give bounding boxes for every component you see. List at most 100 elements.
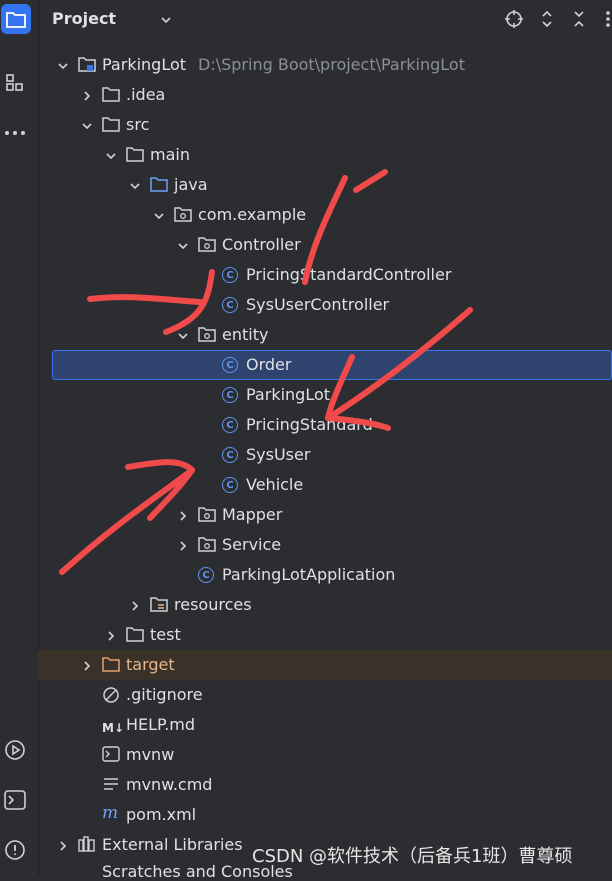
- chevron-down-icon[interactable]: [160, 11, 172, 30]
- run-services-icon[interactable]: [0, 735, 30, 765]
- library-icon: [78, 836, 96, 854]
- tree-item-label: mvnw: [126, 745, 174, 764]
- tree-item-label: ParkingLot: [246, 385, 330, 404]
- package-icon: [174, 206, 192, 224]
- tree-row[interactable]: C ParkingLot: [38, 380, 612, 410]
- expand-collapse-icon[interactable]: [537, 9, 557, 29]
- chevron-right-icon[interactable]: [104, 628, 118, 642]
- tree-item-name: mvnw.cmd: [126, 775, 213, 794]
- tree-row[interactable]: .gitignore: [38, 680, 612, 710]
- tree-row[interactable]: Service: [38, 530, 612, 560]
- tree-row[interactable]: target: [38, 650, 612, 680]
- problems-icon[interactable]: [0, 835, 30, 865]
- tree-item-name: com.example: [198, 205, 307, 224]
- tree-item-label: src: [126, 115, 149, 134]
- module-icon: [78, 56, 96, 74]
- structure-icon[interactable]: [0, 68, 30, 98]
- tree-row[interactable]: mvnw.cmd: [38, 770, 612, 800]
- tree-item-label: target: [126, 655, 175, 674]
- tree-row[interactable]: Mapper: [38, 500, 612, 530]
- chevron-down-icon[interactable]: [80, 118, 94, 132]
- tree-item-name: test: [150, 625, 181, 644]
- tree-row[interactable]: .idea: [38, 80, 612, 110]
- locate-crosshair-icon[interactable]: [504, 9, 524, 29]
- tree-row[interactable]: C PricingStandardController: [38, 260, 612, 290]
- chevron-down-icon[interactable]: [128, 178, 142, 192]
- project-title[interactable]: Project: [52, 9, 116, 28]
- project-folder-icon[interactable]: [1, 4, 31, 34]
- tree-row[interactable]: resources: [38, 590, 612, 620]
- excluded-highlight: [38, 650, 612, 680]
- markdown-icon: M↓: [102, 716, 124, 735]
- chevron-down-icon[interactable]: [152, 208, 166, 222]
- chevron-right-icon[interactable]: [56, 838, 70, 852]
- tree-item-name: ParkingLotApplication: [222, 565, 396, 584]
- tree-item-label: Mapper: [222, 505, 282, 524]
- tree-item-name: .idea: [126, 85, 166, 104]
- tree-row[interactable]: mvnw: [38, 740, 612, 770]
- more-tools-icon[interactable]: [0, 118, 30, 148]
- tree-item-label: java: [174, 175, 208, 194]
- tree-item-name: target: [126, 655, 175, 674]
- tree-item-name: ParkingLot: [246, 385, 331, 404]
- tree-item-name: Service: [222, 535, 282, 554]
- tree-row[interactable]: java: [38, 170, 612, 200]
- tree-row[interactable]: C PricingStandard: [38, 410, 612, 440]
- tree-item-label: test: [150, 625, 181, 644]
- collapse-all-icon[interactable]: [569, 9, 589, 29]
- source-folder-icon: [150, 176, 168, 194]
- chevron-down-icon[interactable]: [176, 238, 190, 252]
- tree-row[interactable]: C Vehicle: [38, 470, 612, 500]
- tree-row[interactable]: src: [38, 110, 612, 140]
- tree-row[interactable]: Controller: [38, 230, 612, 260]
- text-file-icon: [102, 776, 120, 794]
- chevron-down-icon[interactable]: [104, 148, 118, 162]
- chevron-right-icon[interactable]: [176, 508, 190, 522]
- watermark-text: CSDN @软件技术（后备兵1班）曹尊硕: [252, 846, 573, 867]
- chevron-right-icon[interactable]: [176, 538, 190, 552]
- terminal-icon[interactable]: [0, 785, 30, 815]
- chevron-down-icon[interactable]: [56, 58, 70, 72]
- chevron-down-icon[interactable]: [176, 328, 190, 342]
- tree-item-label: Controller: [222, 235, 301, 254]
- tree-item-label: PricingStandardController: [246, 265, 451, 284]
- package-icon: [198, 506, 216, 524]
- class-icon: C: [222, 417, 240, 435]
- class-badge: C: [222, 447, 238, 463]
- package-icon: [198, 326, 216, 344]
- chevron-right-icon[interactable]: [128, 598, 142, 612]
- class-icon: C: [222, 357, 240, 375]
- tree-item-label: Order: [246, 355, 291, 374]
- more-options-icon[interactable]: [598, 9, 612, 29]
- class-icon: C: [222, 297, 240, 315]
- project-path-hint: D:\Spring Boot\project\ParkingLot: [198, 55, 465, 74]
- tree-item-label: .gitignore: [126, 685, 203, 704]
- tree-row[interactable]: m pom.xml: [38, 800, 612, 830]
- tree-row[interactable]: C SysUser: [38, 440, 612, 470]
- tree-row[interactable]: test: [38, 620, 612, 650]
- tree-row[interactable]: entity: [38, 320, 612, 350]
- maven-badge: m: [102, 803, 119, 823]
- tree-item-label: mvnw.cmd: [126, 775, 212, 794]
- tree-row[interactable]: main: [38, 140, 612, 170]
- tree-item-label: pom.xml: [126, 805, 196, 824]
- tree-row[interactable]: ParkingLot D:\Spring Boot\project\Parking…: [38, 50, 612, 80]
- class-badge: C: [222, 387, 238, 403]
- tree-item-label: resources: [174, 595, 252, 614]
- tree-row[interactable]: M↓ HELP.md: [38, 710, 612, 740]
- tree-item-label: SysUser: [246, 445, 310, 464]
- tree-row[interactable]: C SysUserController: [38, 290, 612, 320]
- tree-row[interactable]: C ParkingLotApplication: [38, 560, 612, 590]
- tree-item-name: src: [126, 115, 150, 134]
- chevron-right-icon[interactable]: [80, 88, 94, 102]
- tree-row[interactable]: C Order: [38, 350, 612, 380]
- folder-icon: [126, 146, 144, 164]
- folder-icon: [102, 116, 120, 134]
- tree-item-label: Vehicle: [246, 475, 303, 494]
- shell-script-icon: [102, 746, 120, 764]
- class-badge: C: [222, 417, 238, 433]
- tool-window-sidebar: [0, 0, 39, 876]
- tree-row[interactable]: com.example: [38, 200, 612, 230]
- chevron-right-icon[interactable]: [80, 658, 94, 672]
- tree-item-name: resources: [174, 595, 252, 614]
